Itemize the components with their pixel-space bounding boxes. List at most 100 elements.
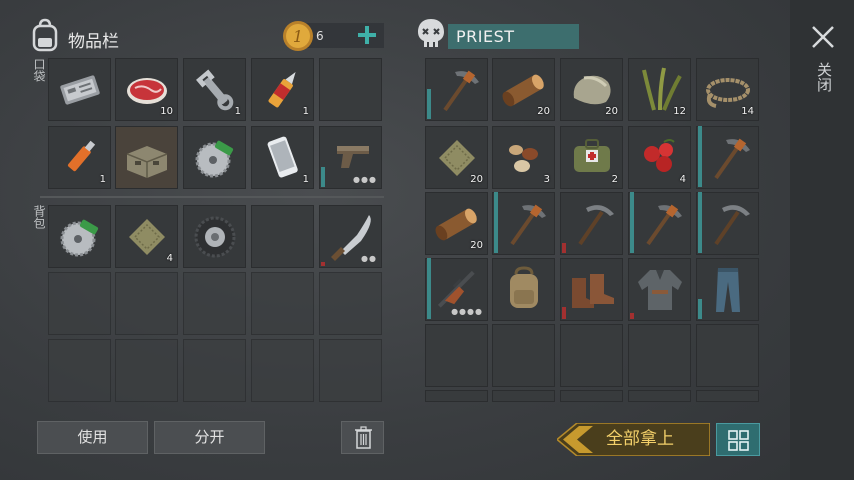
backpack-slot-locked: [319, 272, 382, 335]
coin-icon: 1: [283, 21, 313, 51]
pickaxe-icon: [646, 204, 682, 246]
nuts-icon: [509, 145, 538, 172]
loot-slot-empty[interactable]: [628, 390, 691, 402]
backpack-slot-locked: [48, 339, 111, 402]
pocket-slot-empty[interactable]: [319, 58, 382, 121]
glue-icon: [268, 71, 296, 108]
item-quantity: 4: [166, 253, 173, 264]
backpack-slot-locked: [251, 339, 314, 402]
smartphone-icon: [267, 136, 298, 178]
backpack-label: 背包: [32, 205, 46, 229]
loot-slot-empty[interactable]: [696, 390, 759, 402]
item-quantity: 3: [543, 174, 550, 185]
boots-icon: [572, 274, 614, 308]
item-quantity: 20: [605, 106, 618, 117]
pocket-slot[interactable]: 1: [183, 58, 246, 121]
backpack-slot[interactable]: [48, 205, 111, 268]
usb-stick-icon: [67, 140, 96, 172]
loot-slot[interactable]: 2: [560, 126, 623, 189]
ammo-dots: ●●●●: [451, 307, 483, 316]
close-icon[interactable]: [810, 24, 836, 50]
close-label[interactable]: 关闭: [814, 62, 833, 92]
take-all-button[interactable]: 全部拿上: [580, 423, 700, 456]
loot-slot[interactable]: 14: [696, 58, 759, 121]
loot-slot-empty[interactable]: [425, 390, 488, 402]
loot-slot-empty[interactable]: [425, 324, 488, 387]
loot-slot[interactable]: 20: [425, 192, 488, 255]
loot-slot-empty[interactable]: [560, 390, 623, 402]
backpack-slot-locked: [251, 272, 314, 335]
loot-slot-empty[interactable]: [492, 324, 555, 387]
loot-slot[interactable]: [492, 258, 555, 321]
ammo-dots: ●●●: [353, 175, 377, 184]
loot-slot[interactable]: [628, 258, 691, 321]
item-quantity: 4: [679, 174, 686, 185]
section-divider: [40, 196, 384, 198]
backpack-slot[interactable]: [183, 205, 246, 268]
svg-text:1: 1: [293, 27, 303, 46]
loot-slot[interactable]: [492, 192, 555, 255]
pants-icon: [716, 268, 740, 312]
item-quantity: 12: [673, 106, 686, 117]
item-quantity: 1: [234, 106, 241, 117]
loot-owner-name: PRIEST: [448, 24, 579, 49]
use-button[interactable]: 使用: [37, 421, 148, 454]
loot-slot[interactable]: [696, 192, 759, 255]
backpack-icon: [510, 266, 538, 308]
loot-slot[interactable]: [425, 58, 488, 121]
split-button[interactable]: 分开: [154, 421, 265, 454]
trash-button[interactable]: [341, 421, 384, 454]
backpack-slot-locked: [115, 339, 178, 402]
item-quantity: 14: [741, 106, 754, 117]
pocket-slot[interactable]: 1: [48, 126, 111, 189]
wooden-crate-icon: [126, 146, 168, 178]
item-quantity: 10: [160, 106, 173, 117]
pocket-slot[interactable]: ●●●: [319, 126, 382, 189]
loot-slot[interactable]: [696, 126, 759, 189]
loot-slot[interactable]: [628, 192, 691, 255]
skull-icon: [418, 19, 444, 47]
add-coins-icon[interactable]: [357, 25, 377, 45]
loot-slot[interactable]: [560, 192, 623, 255]
loot-slot-empty[interactable]: [628, 324, 691, 387]
loot-slot[interactable]: [696, 258, 759, 321]
pickaxe-icon: [443, 70, 479, 112]
loot-slot[interactable]: 20: [560, 58, 623, 121]
pocket-slot[interactable]: [183, 126, 246, 189]
item-quantity: 20: [537, 106, 550, 117]
pocket-slot[interactable]: 10: [115, 58, 178, 121]
pocket-slot[interactable]: [48, 58, 111, 121]
loot-slot[interactable]: [560, 258, 623, 321]
pocket-slot-selected[interactable]: [115, 126, 178, 189]
loot-slot[interactable]: 3: [492, 126, 555, 189]
saw-blade-icon: [60, 219, 99, 257]
pickaxe-iron-icon: [578, 205, 614, 246]
first-aid-bag-icon: [574, 139, 610, 172]
loot-slot-empty[interactable]: [696, 324, 759, 387]
pocket-slot[interactable]: 1: [251, 126, 314, 189]
backpack-icon: [32, 18, 58, 52]
loot-slot[interactable]: ●●●●: [425, 258, 488, 321]
backpack-slot-empty[interactable]: [251, 205, 314, 268]
loot-slot[interactable]: 4: [628, 126, 691, 189]
backpack-slot[interactable]: 4: [115, 205, 178, 268]
loot-slot-empty[interactable]: [492, 390, 555, 402]
loot-slot[interactable]: 20: [492, 58, 555, 121]
wrench-icon: [196, 69, 234, 111]
item-quantity: 2: [611, 174, 618, 185]
backpack-slot-locked: [319, 339, 382, 402]
pickaxe-icon: [714, 138, 750, 180]
saw-blade-icon: [195, 140, 234, 178]
loot-slot[interactable]: 12: [628, 58, 691, 121]
trash-icon: [355, 426, 372, 449]
coin-count: 6: [316, 29, 324, 43]
loot-slot-empty[interactable]: [560, 324, 623, 387]
backpack-slot[interactable]: ●●: [319, 205, 382, 268]
cloth-icon: [129, 219, 165, 255]
sort-button[interactable]: [716, 423, 760, 456]
item-quantity: 1: [302, 106, 309, 117]
loot-slot[interactable]: 20: [425, 126, 488, 189]
pickaxe-iron-icon: [714, 205, 750, 246]
pocket-label: 口袋: [32, 58, 46, 82]
pocket-slot[interactable]: 1: [251, 58, 314, 121]
